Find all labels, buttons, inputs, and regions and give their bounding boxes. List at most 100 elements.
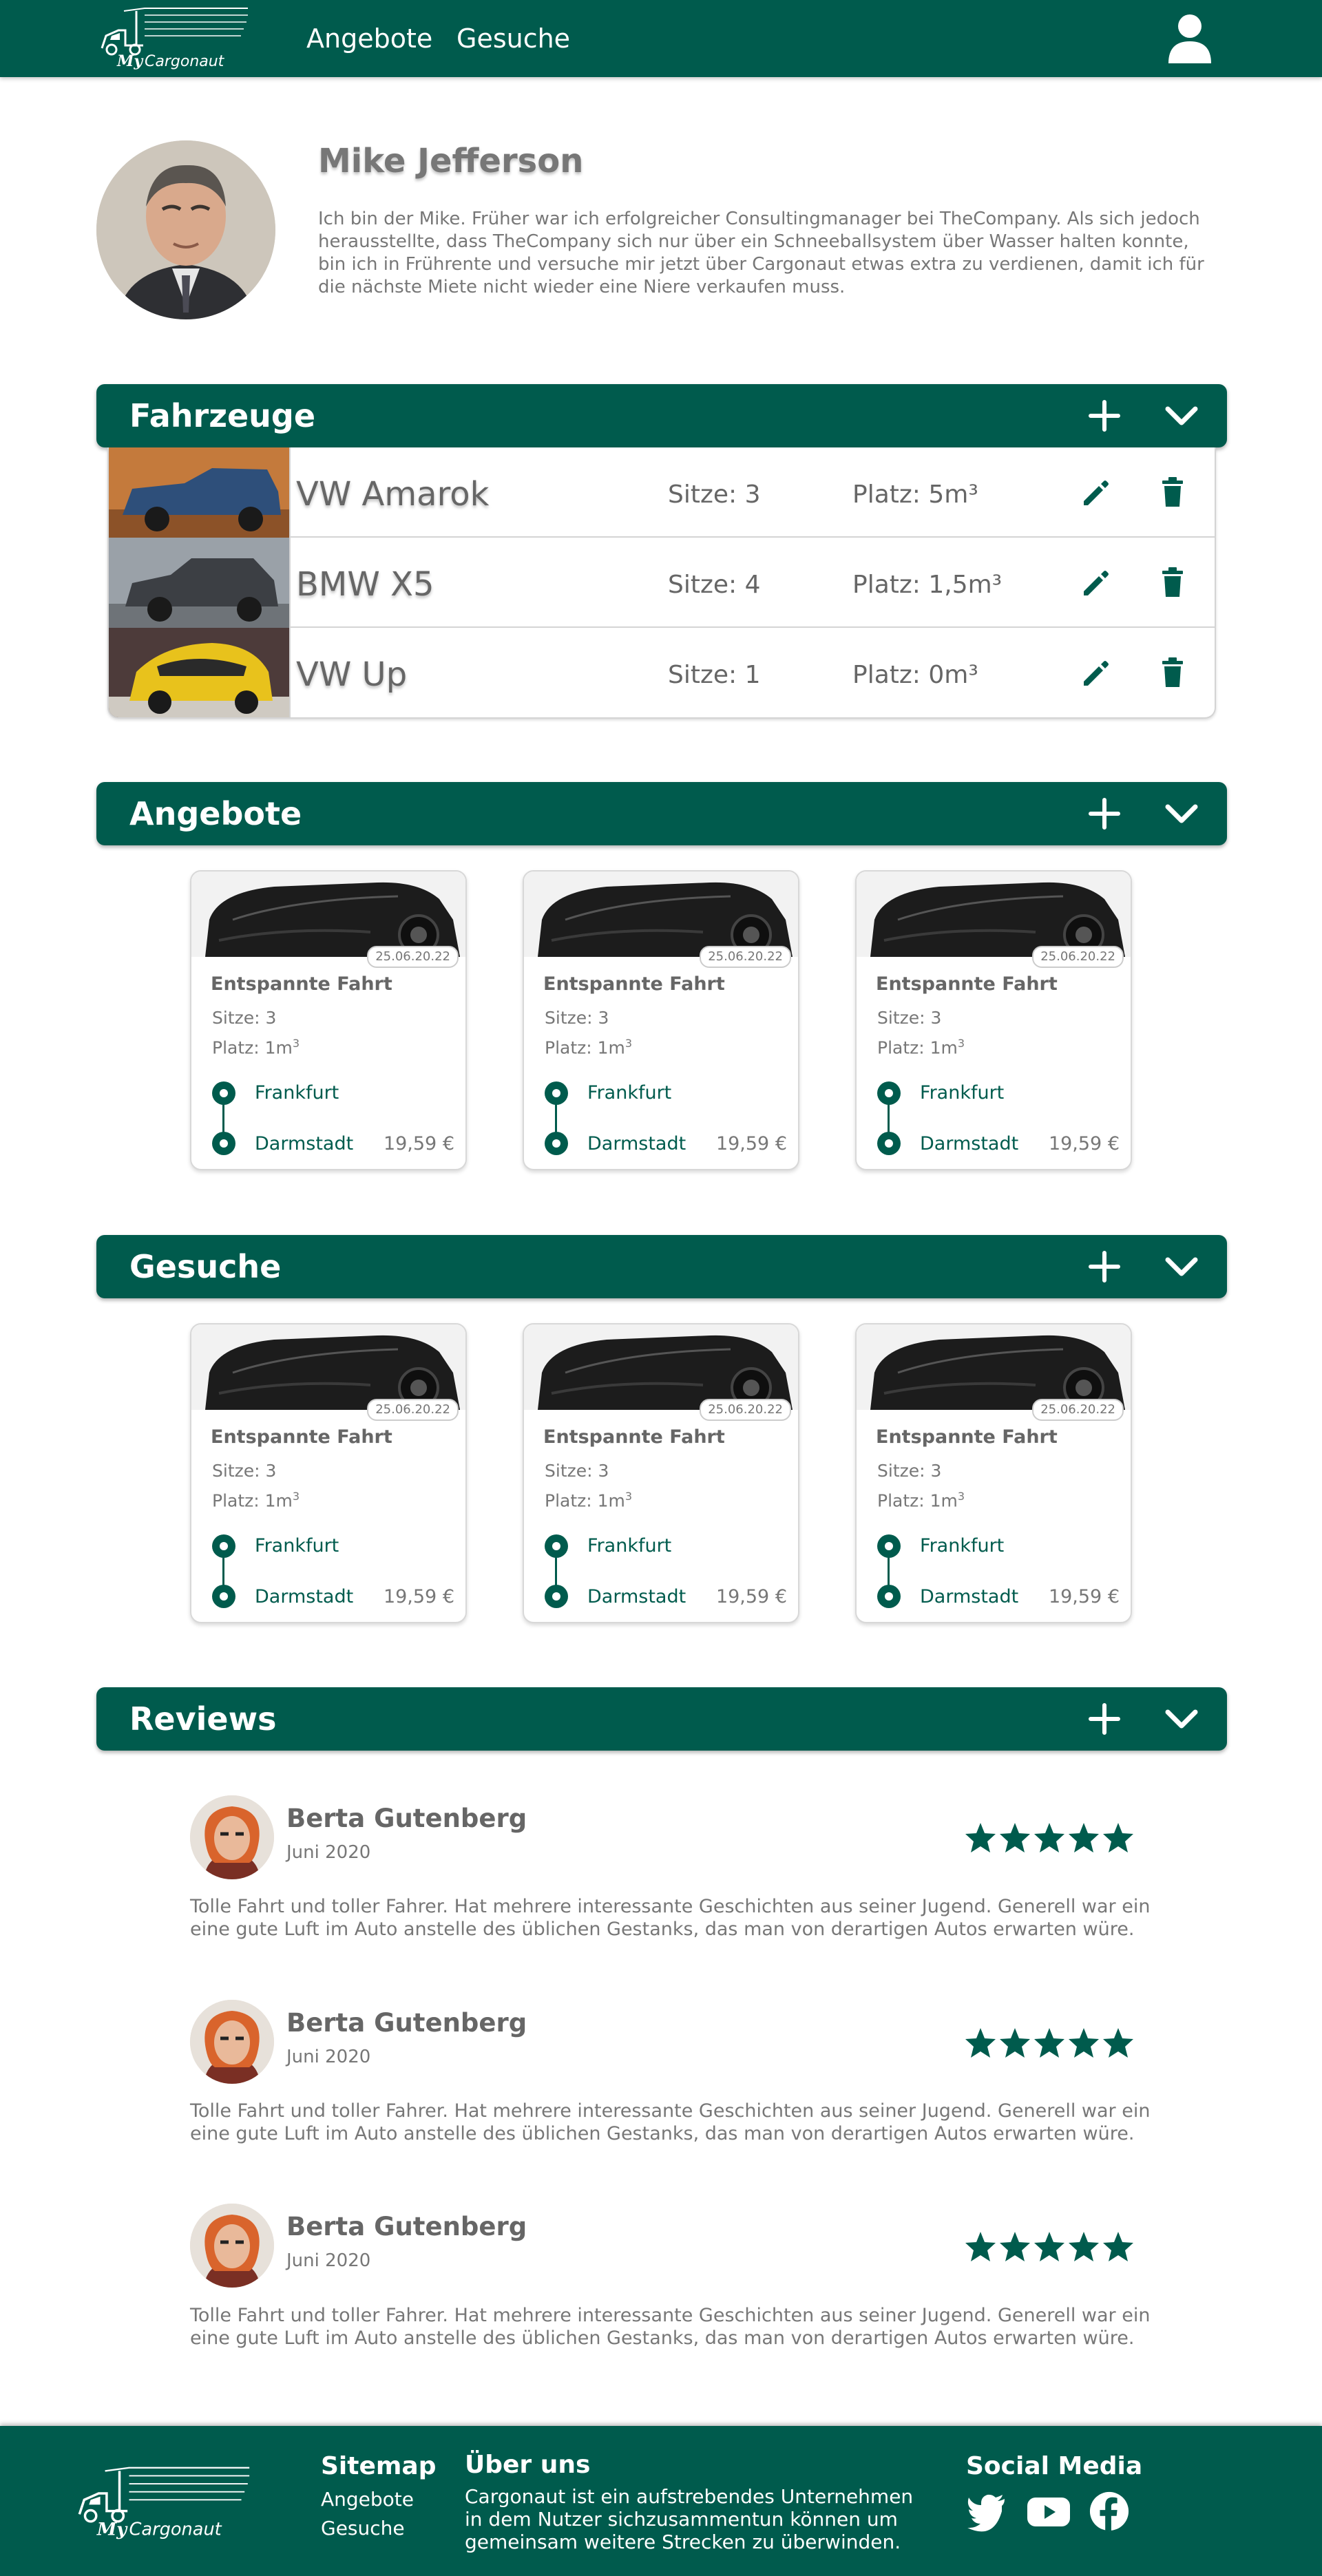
route-to: Darmstadt	[587, 1133, 686, 1154]
star-rating	[965, 2232, 1133, 2261]
footer-cargonaut-logo[interactable]: My Cargonaut	[73, 2464, 253, 2542]
footer-social-title: Social Media	[966, 2452, 1143, 2480]
requests-section-header: Gesuche	[96, 1235, 1227, 1298]
offer-card[interactable]: 25.06.20.22 Entspannte Fahrt Sitze: 3 Pl…	[523, 870, 799, 1170]
ride-title: Entspannte Fahrt	[211, 973, 392, 995]
vehicle-space: Platz: 0m³	[852, 661, 978, 689]
collapse-requests-chevron-down-icon[interactable]	[1164, 1252, 1199, 1282]
ride-date-badge: 25.06.20.22	[700, 1399, 791, 1421]
vehicle-photo	[109, 538, 291, 628]
ride-seats: Sitze: 3	[877, 1008, 942, 1028]
edit-vehicle-pencil-icon[interactable]	[1081, 658, 1111, 688]
route-start-icon	[877, 1534, 901, 1558]
ride-date-badge: 25.06.20.22	[700, 946, 791, 968]
profile-bio: Ich bin der Mike. Früher war ich erfolgr…	[318, 209, 1204, 297]
route-from: Frankfurt	[255, 1535, 339, 1556]
ride-seats: Sitze: 3	[545, 1008, 609, 1028]
vehicle-name: VW Up	[296, 655, 408, 694]
ride-car-photo	[191, 1324, 465, 1410]
ride-title: Entspannte Fahrt	[211, 1426, 392, 1448]
star-icon	[965, 2028, 996, 2058]
reviewer-name: Berta Gutenberg	[286, 1804, 527, 1833]
star-icon	[1034, 2028, 1064, 2058]
section-title-requests: Gesuche	[129, 1248, 282, 1285]
reviewer-name: Berta Gutenberg	[286, 2212, 527, 2241]
twitter-icon[interactable]	[966, 2491, 1007, 2532]
add-vehicle-plus-icon[interactable]	[1088, 399, 1121, 432]
facebook-icon[interactable]	[1088, 2491, 1131, 2532]
add-review-plus-icon[interactable]	[1088, 1702, 1121, 1735]
nav-link-angebote[interactable]: Angebote	[306, 19, 432, 58]
ride-space: Platz: 1m3	[877, 1037, 965, 1058]
star-icon	[1103, 2028, 1133, 2058]
ride-seats: Sitze: 3	[545, 1461, 609, 1481]
request-card[interactable]: 25.06.20.22 Entspannte Fahrt Sitze: 3 Pl…	[523, 1323, 799, 1623]
review-stars	[964, 2230, 1136, 2263]
collapse-vehicles-chevron-down-icon[interactable]	[1164, 401, 1199, 431]
ride-space: Platz: 1m3	[545, 1037, 633, 1058]
route-from: Frankfurt	[587, 1082, 672, 1104]
star-icon	[1069, 1823, 1099, 1852]
vehicle-seats: Sitze: 1	[668, 661, 761, 689]
collapse-offers-chevron-down-icon[interactable]	[1164, 799, 1199, 829]
star-icon	[1000, 2028, 1030, 2058]
ride-space: Platz: 1m3	[877, 1490, 965, 1511]
vehicle-space: Platz: 5m³	[852, 481, 978, 509]
ride-date-badge: 25.06.20.22	[1032, 946, 1124, 968]
review-text: Tolle Fahrt und toller Fahrer. Hat mehre…	[190, 2305, 1151, 2349]
offer-card[interactable]: 25.06.20.22 Entspannte Fahrt Sitze: 3 Pl…	[190, 870, 467, 1170]
footer: My Cargonaut Sitemap Angebote Gesuche Üb…	[0, 2426, 1322, 2576]
ride-space: Platz: 1m3	[212, 1037, 300, 1058]
star-rating	[965, 1823, 1133, 1852]
route-from: Frankfurt	[920, 1082, 1005, 1104]
ride-price: 19,59 €	[383, 1586, 454, 1607]
route-start-icon	[545, 1534, 568, 1558]
star-icon	[1069, 2028, 1099, 2058]
star-icon	[1069, 2232, 1099, 2261]
footer-link-angebote[interactable]: Angebote	[321, 2488, 414, 2511]
delete-vehicle-trash-icon[interactable]	[1161, 476, 1184, 508]
edit-vehicle-pencil-icon[interactable]	[1081, 478, 1111, 508]
vehicle-seats: Sitze: 3	[668, 481, 761, 509]
route-start-icon	[212, 1081, 235, 1105]
ride-date-badge: 25.06.20.22	[1032, 1399, 1124, 1421]
review-date: Juni 2020	[286, 2250, 371, 2271]
request-card[interactable]: 25.06.20.22 Entspannte Fahrt Sitze: 3 Pl…	[855, 1323, 1132, 1623]
vehicle-list: VW Amarok Sitze: 3 Platz: 5m³ BMW X5 Sit…	[107, 447, 1216, 719]
add-request-plus-icon[interactable]	[1088, 1250, 1121, 1283]
route-end-icon	[877, 1585, 901, 1608]
review-date: Juni 2020	[286, 2047, 371, 2067]
star-rating	[965, 2028, 1133, 2058]
vehicle-photo	[109, 447, 291, 538]
cargonaut-logo[interactable]: My Cargonaut	[96, 6, 251, 72]
profile-photo	[96, 140, 275, 319]
vehicle-name: BMW X5	[296, 565, 434, 604]
delete-vehicle-trash-icon[interactable]	[1161, 657, 1184, 688]
collapse-reviews-chevron-down-icon[interactable]	[1164, 1704, 1199, 1734]
route-to: Darmstadt	[587, 1586, 686, 1607]
route-from: Frankfurt	[920, 1535, 1005, 1556]
ride-price: 19,59 €	[715, 1133, 787, 1154]
route-end-icon	[212, 1132, 235, 1155]
route-end-icon	[545, 1585, 568, 1608]
ride-date-badge: 25.06.20.22	[367, 1399, 459, 1421]
footer-about-text: Cargonaut ist ein aufstrebendes Unterneh…	[465, 2485, 914, 2553]
footer-link-gesuche[interactable]: Gesuche	[321, 2517, 405, 2540]
nav-link-gesuche[interactable]: Gesuche	[457, 19, 570, 58]
review-text: Tolle Fahrt und toller Fahrer. Hat mehre…	[190, 1896, 1151, 1940]
edit-vehicle-pencil-icon[interactable]	[1081, 568, 1111, 598]
vehicle-row: VW Up Sitze: 1 Platz: 0m³	[109, 628, 1215, 717]
add-offer-plus-icon[interactable]	[1088, 797, 1121, 830]
youtube-icon[interactable]	[1026, 2491, 1071, 2532]
section-title-reviews: Reviews	[129, 1700, 277, 1738]
offer-card[interactable]: 25.06.20.22 Entspannte Fahrt Sitze: 3 Pl…	[855, 870, 1132, 1170]
vehicle-name: VW Amarok	[296, 475, 490, 514]
ride-car-photo	[857, 1324, 1131, 1410]
vehicle-space: Platz: 1,5m³	[852, 571, 1003, 599]
star-icon	[965, 1823, 996, 1852]
delete-vehicle-trash-icon[interactable]	[1161, 567, 1184, 598]
user-icon[interactable]	[1167, 14, 1213, 63]
route-from: Frankfurt	[587, 1535, 672, 1556]
star-icon	[1000, 1823, 1030, 1852]
request-card[interactable]: 25.06.20.22 Entspannte Fahrt Sitze: 3 Pl…	[190, 1323, 467, 1623]
